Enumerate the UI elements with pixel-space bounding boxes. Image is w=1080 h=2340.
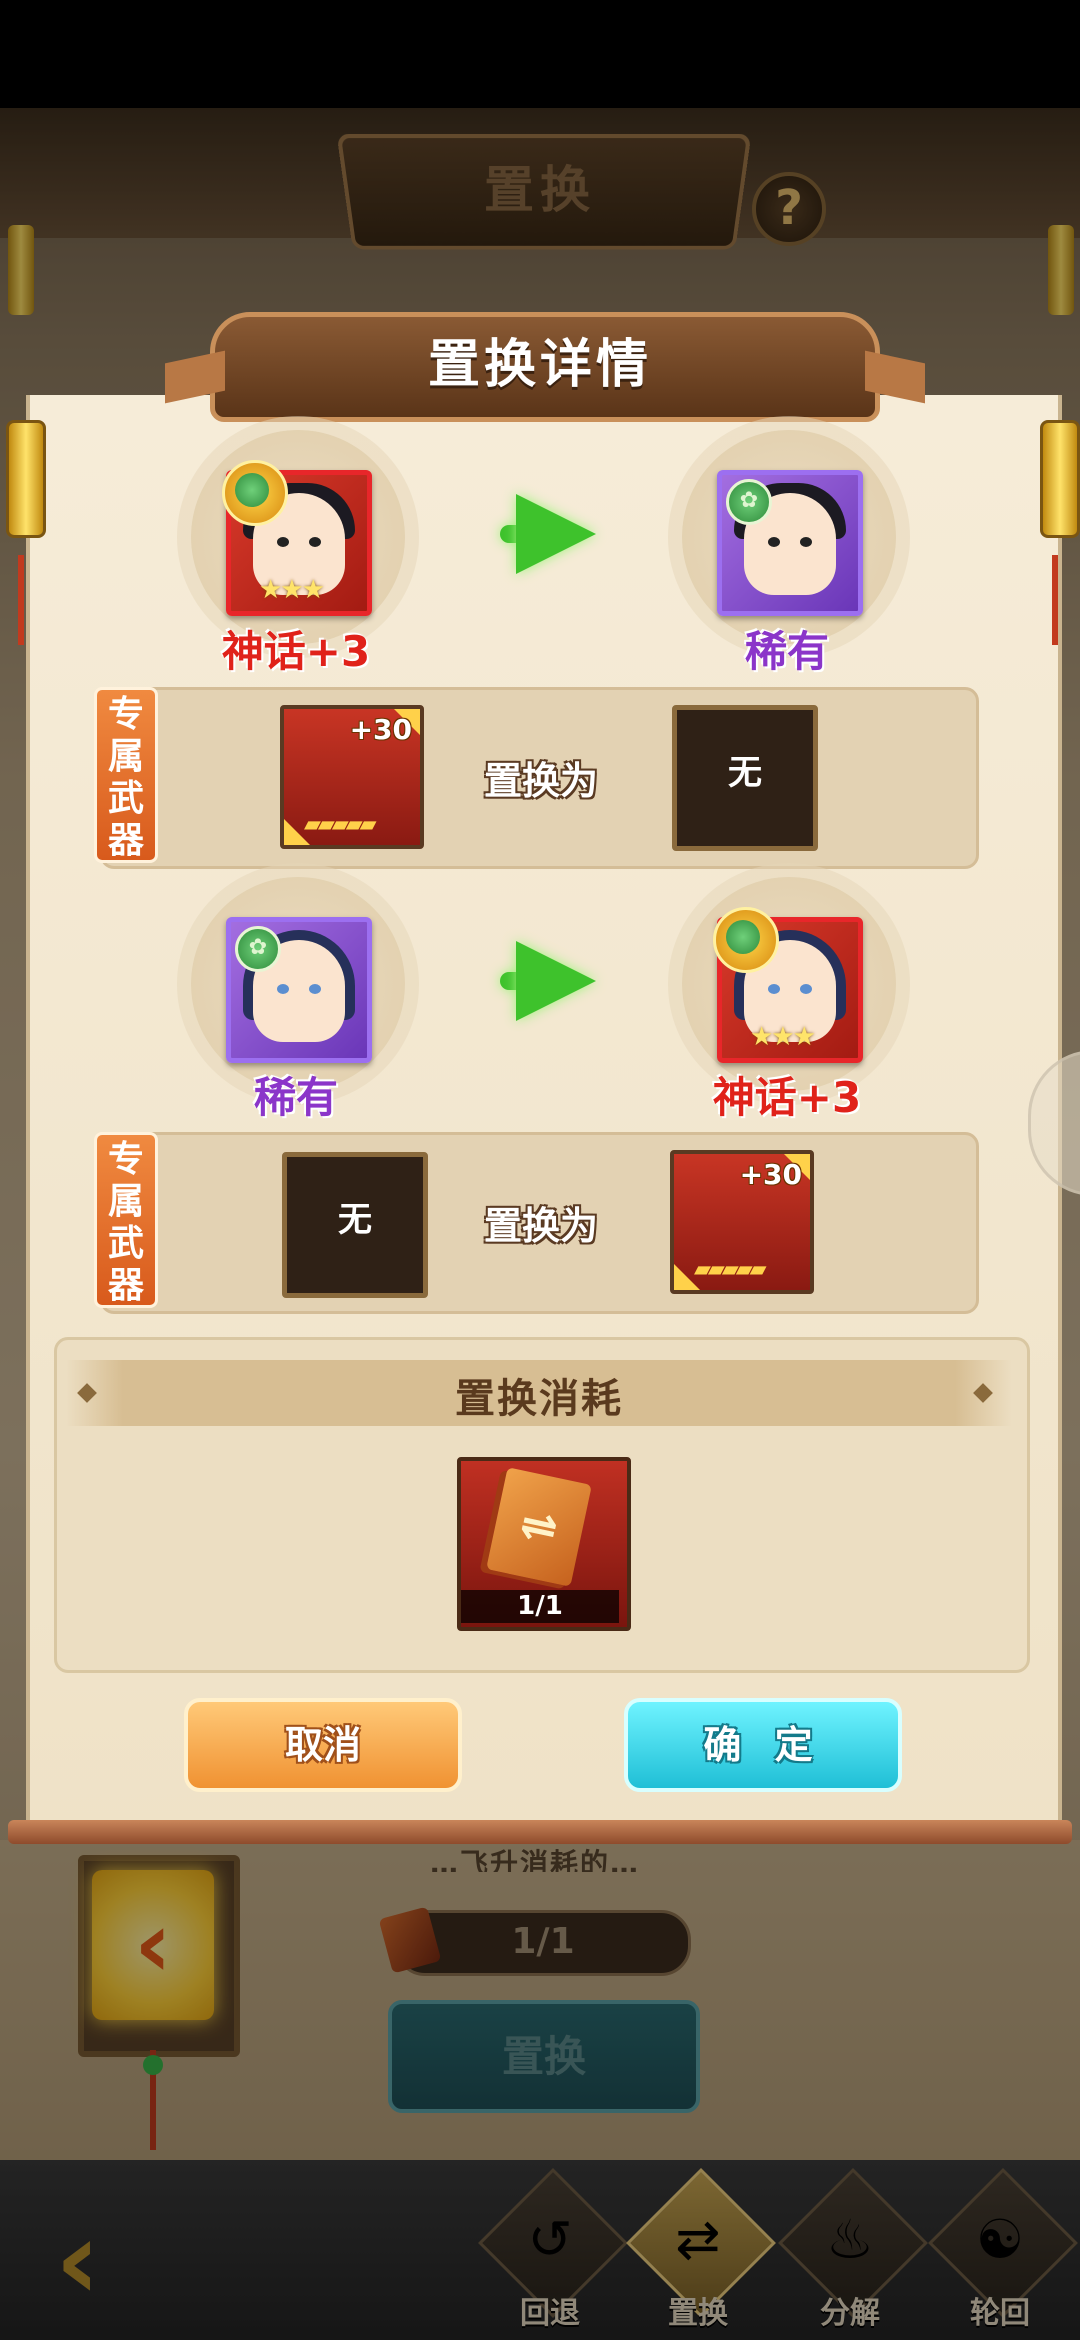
tassel-left (18, 555, 24, 645)
weapon-slot-from: +30 ▰▰▰▰▰ (280, 705, 424, 849)
rarity-label-to: 神话+3 (712, 1073, 862, 1122)
rarity-label-to: 稀有 (744, 627, 829, 676)
exclusive-weapon-tag: 专属武器 (94, 1132, 158, 1308)
dialog-title: 置换详情 (427, 335, 652, 395)
swap-arrow-icon (516, 494, 596, 574)
weapon-slot-to: +30 ▰▰▰▰▰ (670, 1150, 814, 1294)
weapon-slot-to: 无 (672, 705, 818, 851)
hero-card-to: ✿ (717, 470, 863, 616)
rod-lantern-right (1040, 420, 1080, 538)
star-rating: ★★★ (259, 575, 325, 605)
element-icon: ✿ (726, 479, 772, 525)
cost-title: 置换消耗 (455, 1376, 623, 1422)
rarity-label-from: 稀有 (253, 1073, 338, 1122)
scroll-bottom-rod (8, 1820, 1072, 1844)
swap-arrow-icon (516, 941, 596, 1021)
cancel-button[interactable]: 取消 (184, 1698, 462, 1792)
mythic-crown-icon (222, 460, 288, 526)
star-rating: ★★★ (750, 1022, 816, 1052)
weapon-level: +30 (739, 1158, 802, 1191)
cost-item-count: 1/1 (461, 1590, 619, 1623)
weapon-slot-from: 无 (282, 1152, 428, 1298)
swap-to-label: 置换为 (483, 1204, 598, 1248)
tassel-right (1052, 555, 1058, 645)
exclusive-weapon-tag: 专属武器 (94, 687, 158, 863)
weapon-bars: ▰▰▰▰▰ (694, 1257, 767, 1282)
confirm-button[interactable]: 确 定 (624, 1698, 902, 1792)
hero-card-from: ✿ (226, 917, 372, 1063)
rarity-label-from: 神话+3 (221, 627, 371, 676)
weapon-level: +30 (349, 713, 412, 746)
weapon-bars: ▰▰▰▰▰ (304, 812, 377, 837)
element-icon: ✿ (235, 926, 281, 972)
swap-glyph: ⇌ (515, 1497, 563, 1556)
rod-lantern-left (6, 420, 46, 538)
mythic-crown-icon (713, 907, 779, 973)
swap-to-label: 置换为 (483, 759, 598, 803)
